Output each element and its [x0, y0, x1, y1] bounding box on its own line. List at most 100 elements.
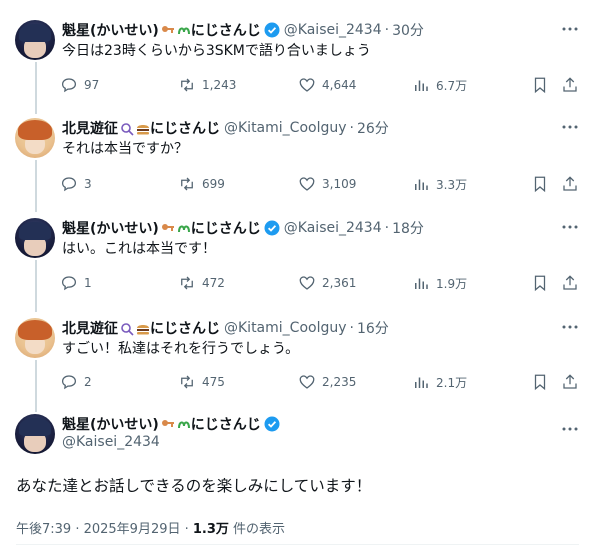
retweet-icon: [181, 78, 193, 92]
timestamp[interactable]: 16分: [357, 318, 389, 338]
avatar[interactable]: [15, 318, 55, 358]
user-handle[interactable]: @Kitami_Coolguy: [224, 320, 347, 336]
more-options-icon[interactable]: [561, 318, 579, 336]
reply-button[interactable]: 1: [60, 274, 92, 292]
share-icon: [563, 275, 577, 290]
reply-button[interactable]: 3: [60, 175, 92, 193]
reply-button[interactable]: 97: [60, 76, 99, 94]
retweet-icon: [181, 177, 193, 191]
separator: ·: [349, 120, 354, 136]
like-button[interactable]: 4,644: [298, 76, 356, 94]
verified-badge-icon[interactable]: [264, 220, 280, 236]
burger-emoji-icon: [137, 325, 149, 335]
reply-icon: [61, 276, 77, 291]
tweet[interactable]: 北見遊征 にじさんじ @Kitami_Coolguy · 26分 それは本当です…: [0, 118, 595, 218]
tweet-actions: 3 699 3,109 3.3万: [58, 175, 588, 195]
views-chart-icon: [415, 179, 428, 190]
avatar[interactable]: [15, 20, 55, 60]
like-count: 2,361: [322, 276, 357, 290]
display-name-suffix[interactable]: にじさんじ: [150, 118, 220, 138]
like-count: 2,235: [322, 375, 357, 389]
heart-icon: [299, 177, 315, 191]
divider: [16, 544, 579, 545]
more-options-icon[interactable]: [561, 118, 579, 136]
display-name-suffix[interactable]: にじさんじ: [191, 414, 261, 434]
bookmark-button[interactable]: [531, 76, 555, 94]
like-button[interactable]: 3,109: [298, 175, 356, 193]
timestamp[interactable]: 26分: [357, 118, 389, 138]
tweet[interactable]: 魁星(かいせい) にじさんじ @Kaisei_2434 · 30分 今日は23時…: [0, 20, 595, 120]
reply-count: 3: [84, 177, 92, 191]
views-button[interactable]: 1.9万: [412, 274, 467, 292]
display-name[interactable]: 魁星(かいせい): [62, 414, 159, 434]
bookmark-icon: [534, 275, 546, 292]
retweet-button[interactable]: 699: [178, 175, 225, 193]
user-handle[interactable]: @Kaisei_2434: [62, 434, 160, 450]
user-handle[interactable]: @Kaisei_2434: [284, 220, 382, 236]
retweet-button[interactable]: 1,243: [178, 76, 236, 94]
display-name[interactable]: 魁星(かいせい): [62, 218, 159, 238]
heart-icon: [299, 276, 315, 290]
avatar[interactable]: [15, 118, 55, 158]
tweet-meta: 午後7:39 · 2025年9月29日 · 1.3万 件の表示: [16, 518, 285, 537]
verified-badge-icon[interactable]: [264, 416, 280, 432]
share-button[interactable]: [561, 373, 585, 391]
display-name[interactable]: 北見遊征: [62, 318, 118, 338]
tweet[interactable]: 魁星(かいせい) にじさんじ @Kaisei_2434 · 18分 はい。これは…: [0, 218, 595, 318]
reply-icon: [61, 78, 77, 93]
tweet-header: 魁星(かいせい) にじさんじ @Kaisei_2434 · 18分: [62, 218, 424, 238]
key-emoji-icon: [161, 224, 174, 231]
heart-icon: [299, 78, 315, 92]
tweet[interactable]: 北見遊征 にじさんじ @Kitami_Coolguy · 16分 すごい！私達は…: [0, 318, 595, 418]
share-button[interactable]: [561, 274, 585, 292]
timestamp[interactable]: 30分: [392, 20, 424, 40]
reply-count: 1: [84, 276, 92, 290]
like-count: 4,644: [322, 78, 357, 92]
share-button[interactable]: [561, 175, 585, 193]
views-button[interactable]: 6.7万: [412, 76, 467, 94]
display-name-suffix[interactable]: にじさんじ: [191, 20, 261, 40]
views-button[interactable]: 2.1万: [412, 373, 467, 391]
bookmark-button[interactable]: [531, 274, 555, 292]
focused-tweet[interactable]: 魁星(かいせい) にじさんじ @Kaisei_2434 あなた達とお話しできるの…: [0, 414, 595, 550]
share-icon: [563, 374, 577, 389]
view-count: 1.9万: [436, 276, 468, 291]
tweet-text: すごい！私達はそれを行うでしょう。: [62, 341, 300, 357]
share-button[interactable]: [561, 76, 585, 94]
more-options-icon[interactable]: [561, 218, 579, 236]
display-name[interactable]: 魁星(かいせい): [62, 20, 159, 40]
like-button[interactable]: 2,361: [298, 274, 356, 292]
more-options-icon[interactable]: [561, 420, 579, 438]
magnifier-emoji-icon: [121, 123, 134, 136]
view-count: 2.1万: [436, 375, 468, 390]
more-options-icon[interactable]: [561, 20, 579, 38]
tweet-text: あなた達とお話しできるのを楽しみにしています！: [16, 477, 372, 495]
retweet-button[interactable]: 472: [178, 274, 225, 292]
reply-count: 97: [84, 78, 100, 92]
reply-button[interactable]: 2: [60, 373, 92, 391]
tweet-header: 北見遊征 にじさんじ @Kitami_Coolguy · 26分: [62, 118, 389, 138]
retweet-count: 475: [202, 375, 225, 389]
share-icon: [563, 176, 577, 191]
views-button[interactable]: 3.3万: [412, 175, 467, 193]
separator: ·: [384, 22, 390, 38]
like-button[interactable]: 2,235: [298, 373, 356, 391]
retweet-button[interactable]: 475: [178, 373, 225, 391]
verified-badge-icon[interactable]: [264, 22, 280, 38]
display-name[interactable]: 北見遊征: [62, 118, 118, 138]
user-handle[interactable]: @Kitami_Coolguy: [224, 120, 347, 136]
bookmark-button[interactable]: [531, 175, 555, 193]
tweet-actions: 2 475 2,235 2.1万: [58, 373, 588, 393]
user-handle[interactable]: @Kaisei_2434: [284, 22, 382, 38]
views-chart-icon: [415, 80, 428, 91]
separator: ·: [384, 220, 390, 236]
display-name-suffix[interactable]: にじさんじ: [191, 218, 261, 238]
timestamp[interactable]: 午後7:39 · 2025年9月29日 ·: [16, 522, 193, 537]
avatar[interactable]: [15, 414, 55, 454]
tweet-actions: 97 1,243 4,644 6.7万: [58, 76, 588, 96]
avatar[interactable]: [15, 218, 55, 258]
timestamp[interactable]: 18分: [392, 218, 424, 238]
views-chart-icon: [415, 278, 428, 289]
bookmark-button[interactable]: [531, 373, 555, 391]
display-name-suffix[interactable]: にじさんじ: [150, 318, 220, 338]
